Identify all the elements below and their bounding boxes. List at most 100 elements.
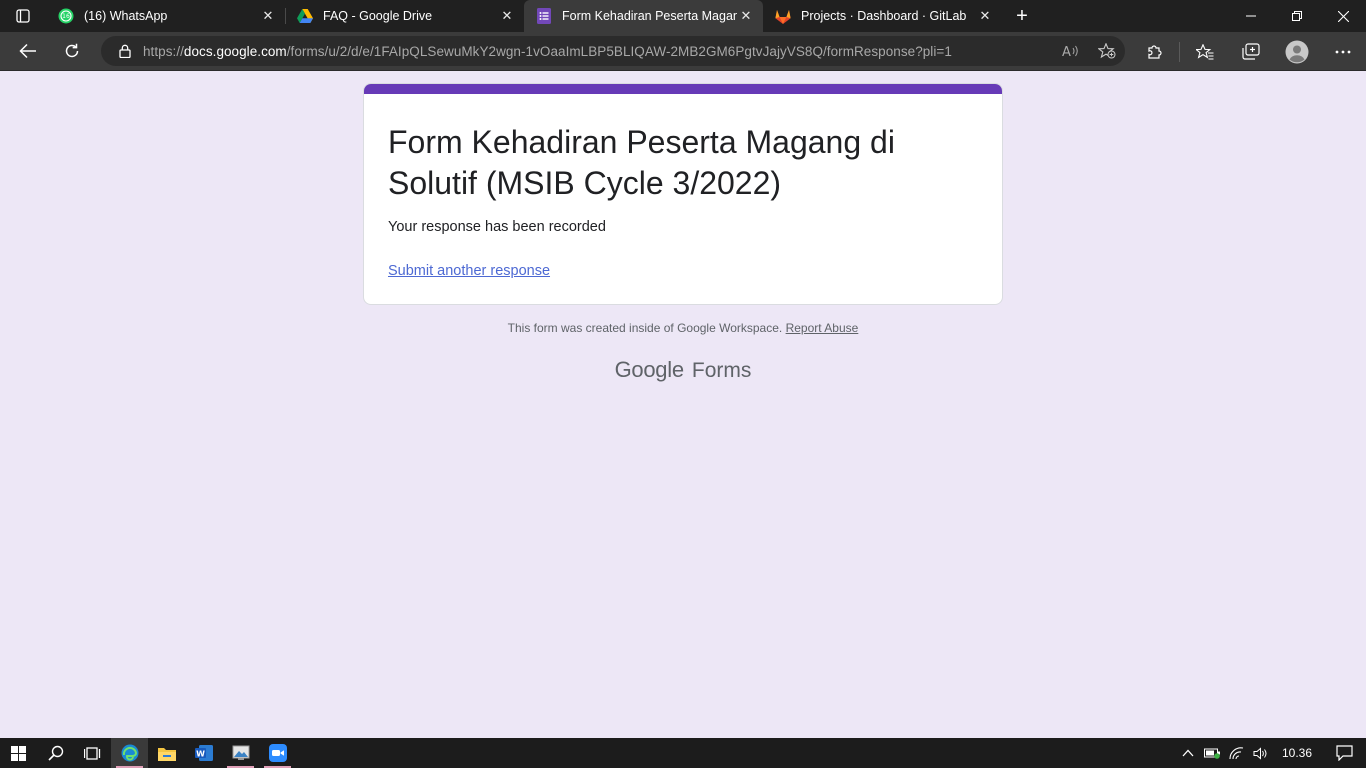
address-bar-actions: A bbox=[1053, 43, 1125, 59]
task-view-icon bbox=[84, 746, 101, 760]
read-aloud-icon: A bbox=[1062, 45, 1078, 58]
minimize-icon bbox=[1246, 15, 1256, 17]
clock-time[interactable]: 10.36 bbox=[1272, 738, 1322, 768]
tab-google-form[interactable]: Form Kehadiran Peserta Magang di Solutif… bbox=[524, 0, 763, 32]
restore-icon bbox=[1292, 11, 1302, 21]
form-card-body: Form Kehadiran Peserta Magang di Solutif… bbox=[364, 94, 1002, 280]
notifications-button[interactable] bbox=[1322, 738, 1366, 768]
taskbar-word[interactable]: W bbox=[185, 738, 222, 768]
extensions-button[interactable] bbox=[1131, 32, 1177, 71]
submit-another-response-link[interactable]: Submit another response bbox=[388, 263, 550, 279]
edge-icon bbox=[121, 744, 138, 762]
profile-button[interactable] bbox=[1274, 32, 1320, 71]
window-controls bbox=[1228, 0, 1366, 32]
footer-text: This form was created inside of Google W… bbox=[507, 321, 783, 335]
tab-actions-button[interactable] bbox=[0, 0, 46, 32]
form-accent-bar bbox=[364, 84, 1002, 94]
tab-gitlab[interactable]: Projects · Dashboard · GitLab ✕ bbox=[763, 0, 1002, 32]
refresh-icon bbox=[65, 43, 79, 58]
back-arrow-icon bbox=[19, 43, 36, 59]
close-tab-icon[interactable]: ✕ bbox=[498, 8, 516, 24]
search-button[interactable] bbox=[37, 738, 74, 768]
favorites-icon bbox=[1196, 43, 1214, 59]
collections-button[interactable] bbox=[1228, 32, 1274, 71]
avatar-icon bbox=[1285, 40, 1309, 63]
battery-icon bbox=[1203, 748, 1220, 759]
restore-button[interactable] bbox=[1274, 0, 1320, 32]
address-bar[interactable]: https://docs.google.com/forms/u/2/d/e/1F… bbox=[101, 36, 1125, 66]
battery-button[interactable] bbox=[1200, 738, 1224, 768]
whatsapp-icon: 16 bbox=[58, 8, 74, 24]
tab-title: FAQ - Google Drive bbox=[323, 9, 433, 23]
zoom-icon bbox=[268, 744, 287, 762]
url-host: docs.google.com bbox=[183, 43, 287, 59]
star-add-icon bbox=[1098, 43, 1116, 59]
google-forms-logo[interactable]: Google Forms bbox=[0, 357, 1366, 383]
close-icon bbox=[1337, 10, 1349, 22]
network-button[interactable] bbox=[1224, 738, 1248, 768]
back-button[interactable] bbox=[6, 32, 50, 71]
lock-icon bbox=[119, 44, 131, 58]
taskbar-edge[interactable] bbox=[111, 738, 148, 768]
speaker-icon bbox=[1253, 746, 1266, 760]
add-favorite-button[interactable] bbox=[1089, 43, 1125, 59]
windows-logo-icon bbox=[11, 745, 26, 761]
folder-icon bbox=[157, 747, 176, 761]
minimize-button[interactable] bbox=[1228, 0, 1274, 32]
toolbar-right-actions bbox=[1131, 32, 1366, 71]
volume-button[interactable] bbox=[1248, 738, 1272, 768]
browser-tab-bar: 16 (16) WhatsApp ✕ FAQ - Google Drive ✕ … bbox=[0, 0, 1366, 32]
form-footer: This form was created inside of Google W… bbox=[0, 321, 1366, 335]
photos-icon bbox=[232, 745, 249, 760]
url-path: /forms/u/2/d/e/1FAIpQLSewuMkY2wgn-1vOaaI… bbox=[286, 43, 952, 59]
more-options-icon bbox=[1335, 50, 1351, 53]
form-title: Form Kehadiran Peserta Magang di Solutif… bbox=[388, 124, 895, 201]
search-icon bbox=[47, 745, 63, 761]
tab-title: Projects · Dashboard · GitLab bbox=[801, 9, 967, 23]
forms-wordmark: Forms bbox=[691, 359, 752, 382]
form-response-card: Form Kehadiran Peserta Magang di Solutif… bbox=[363, 83, 1003, 305]
svg-text:A: A bbox=[1062, 45, 1071, 58]
chevron-up-icon bbox=[1182, 749, 1194, 757]
settings-menu-button[interactable] bbox=[1320, 32, 1366, 71]
wifi-icon bbox=[1228, 746, 1243, 759]
favorites-button[interactable] bbox=[1182, 32, 1228, 71]
puzzle-icon bbox=[1147, 45, 1162, 59]
tab-title: Form Kehadiran Peserta Magang di Solutif… bbox=[562, 9, 737, 23]
browser-toolbar: https://docs.google.com/forms/u/2/d/e/1F… bbox=[0, 32, 1366, 71]
google-forms-icon bbox=[536, 8, 552, 24]
gitlab-icon bbox=[775, 8, 791, 24]
task-view-button[interactable] bbox=[74, 738, 111, 768]
taskbar-zoom[interactable] bbox=[259, 738, 296, 768]
google-drive-icon bbox=[297, 8, 313, 24]
toolbar-divider bbox=[1179, 41, 1180, 62]
url-text: https://docs.google.com/forms/u/2/d/e/1F… bbox=[143, 44, 952, 59]
close-tab-icon[interactable]: ✕ bbox=[259, 8, 277, 24]
taskbar-file-explorer[interactable] bbox=[148, 738, 185, 768]
tab-google-drive[interactable]: FAQ - Google Drive ✕ bbox=[285, 0, 524, 32]
tab-actions-icon bbox=[16, 9, 30, 23]
show-hidden-icons-button[interactable] bbox=[1176, 738, 1200, 768]
refresh-button[interactable] bbox=[50, 32, 94, 71]
plus-icon: + bbox=[1016, 4, 1028, 27]
url-prefix: https:// bbox=[143, 43, 184, 59]
svg-text:W: W bbox=[196, 749, 205, 758]
word-icon: W bbox=[194, 745, 213, 761]
read-aloud-button[interactable]: A bbox=[1053, 44, 1089, 58]
tab-whatsapp[interactable]: 16 (16) WhatsApp ✕ bbox=[46, 0, 285, 32]
close-tab-icon[interactable]: ✕ bbox=[976, 8, 994, 24]
report-abuse-link[interactable]: Report Abuse bbox=[786, 321, 859, 335]
system-tray: 10.36 bbox=[1176, 738, 1366, 768]
taskbar-photos[interactable] bbox=[222, 738, 259, 768]
close-tab-icon[interactable]: ✕ bbox=[737, 8, 755, 24]
windows-taskbar: W 10.36 bbox=[0, 738, 1366, 768]
notification-icon bbox=[1335, 745, 1353, 761]
whatsapp-badge: 16 bbox=[62, 13, 70, 20]
new-tab-button[interactable]: + bbox=[1002, 0, 1042, 32]
tab-title: (16) WhatsApp bbox=[84, 9, 168, 23]
start-button[interactable] bbox=[0, 738, 37, 768]
google-wordmark: Google bbox=[614, 357, 684, 382]
close-window-button[interactable] bbox=[1320, 0, 1366, 32]
response-confirmation: Your response has been recorded bbox=[388, 219, 606, 235]
collections-icon bbox=[1242, 43, 1260, 60]
